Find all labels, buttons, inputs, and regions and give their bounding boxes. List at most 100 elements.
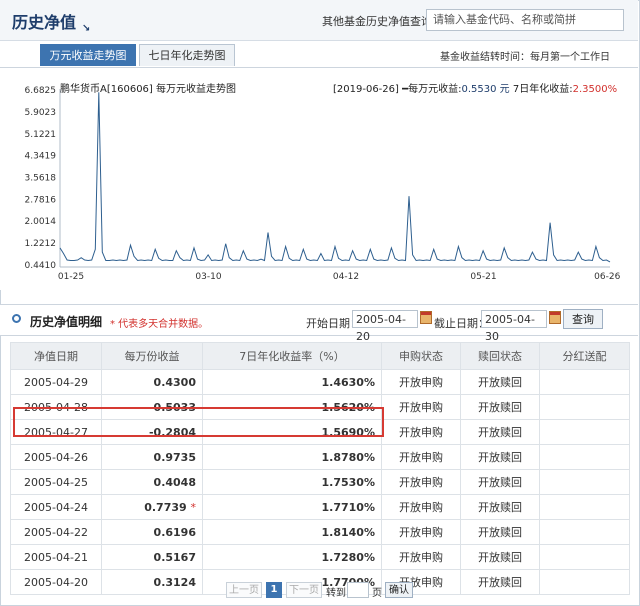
row-buy-status: 开放申购 [381, 519, 461, 545]
y-tick-label: 5.1221 [25, 130, 57, 140]
row-date: 2005-04-25 [10, 469, 102, 495]
income-number: 0.9735 [153, 450, 196, 464]
start-date-input[interactable]: 2005-04-20 [352, 310, 418, 343]
row-annual: 1.8780% [202, 444, 382, 470]
fund-search-input[interactable]: 请输入基金代码、名称或简拼 [426, 9, 624, 31]
y-tick-label: 2.7816 [25, 195, 57, 205]
income-number: 0.5033 [153, 400, 196, 414]
end-date-input[interactable]: 2005-04-30 [481, 310, 547, 343]
merge-hint: * 代表多天合并数据。 [110, 319, 209, 330]
fund-query-label: 其他基金历史净值查询： [322, 15, 443, 28]
merged-star: * [190, 500, 197, 514]
col-annual: 7日年化收益率（%） [202, 342, 382, 370]
y-tick-label: 3.5618 [25, 173, 57, 183]
tab-income-trend[interactable]: 万元收益走势图 [40, 44, 136, 66]
x-tick-label: 03-10 [195, 272, 221, 282]
goto-label: 转到 [326, 588, 346, 599]
detail-title: 历史净值明细 [30, 315, 103, 329]
table-row: 2005-04-28 0.5033 1.5620% 开放申购 开放赎回 [10, 394, 630, 420]
detail-bar: 历史净值明细 * 代表多天合并数据。 开始日期： 2005-04-20 截止日期… [0, 304, 638, 343]
row-date: 2005-04-28 [10, 394, 102, 420]
x-axis: 01-25 03-10 04-12 05-21 06-26 [58, 272, 621, 282]
calendar-icon[interactable] [549, 311, 561, 324]
income-number: 0.7739 [144, 500, 187, 514]
arrow-icon: ↘ [82, 23, 91, 34]
col-date: 净值日期 [10, 342, 102, 370]
row-bonus [539, 369, 630, 395]
income-number: 0.5167 [153, 550, 196, 564]
row-buy-status: 开放申购 [381, 469, 461, 495]
row-income: 0.5033 [101, 394, 203, 420]
y-tick-label: 2.0014 [25, 217, 57, 227]
row-redeem-status: 开放赎回 [460, 394, 540, 420]
query-button[interactable]: 查询 [563, 309, 603, 329]
nav-table: 净值日期 每万份收益 7日年化收益率（%） 申购状态 赎回状态 分红送配 200… [10, 342, 630, 595]
row-redeem-status: 开放赎回 [460, 544, 540, 570]
row-annual: 1.4630% [202, 369, 382, 395]
table-row: 2005-04-24 0.7739 * 1.7710% 开放申购 开放赎回 [10, 494, 630, 520]
calendar-icon[interactable] [420, 311, 432, 324]
y-axis: 0.4410 1.2212 2.0014 2.7816 3.5618 4.3419 5.12… [25, 86, 57, 271]
prev-page-button[interactable]: 上一页 [226, 582, 262, 598]
row-annual: 1.5620% [202, 394, 382, 420]
y-tick-label: 6.6825 [25, 86, 57, 96]
row-income: 0.6196 [101, 519, 203, 545]
page-number-input[interactable] [347, 582, 369, 598]
income-number: 0.4300 [153, 375, 196, 389]
row-bonus [539, 519, 630, 545]
row-income: 0.7739 * [101, 494, 203, 520]
income-number: 0.6196 [153, 525, 196, 539]
settle-note: 基金收益结转时间：每月第一个工作日 [440, 52, 610, 63]
col-buy: 申购状态 [381, 342, 461, 370]
row-income: 0.4300 [101, 369, 203, 395]
col-income: 每万份收益 [101, 342, 203, 370]
row-buy-status: 开放申购 [381, 369, 461, 395]
row-bonus [539, 469, 630, 495]
row-redeem-status: 开放赎回 [460, 369, 540, 395]
row-buy-status: 开放申购 [381, 494, 461, 520]
row-redeem-status: 开放赎回 [460, 494, 540, 520]
y-tick-label: 4.3419 [25, 152, 57, 162]
row-annual: 1.5690% [202, 419, 382, 445]
x-tick-label: 04-12 [333, 272, 359, 282]
table-header-row: 净值日期 每万份收益 7日年化收益率（%） 申购状态 赎回状态 分红送配 [10, 342, 630, 370]
row-date: 2005-04-21 [10, 544, 102, 570]
current-page[interactable]: 1 [266, 582, 282, 598]
row-bonus [539, 494, 630, 520]
table-row: 2005-04-26 0.9735 1.8780% 开放申购 开放赎回 [10, 444, 630, 470]
tab-annual-trend[interactable]: 七日年化走势图 [139, 44, 235, 66]
row-date: 2005-04-29 [10, 369, 102, 395]
pager: 上一页 1 下一页 转到 页 确认 [0, 582, 638, 600]
table-row: 2005-04-29 0.4300 1.4630% 开放申购 开放赎回 [10, 369, 630, 395]
income-line-chart: 0.4410 1.2212 2.0014 2.7816 3.5618 4.3419 5.12… [25, 86, 621, 282]
circle-bullet-icon [12, 314, 21, 323]
table-row: 2005-04-21 0.5167 1.7280% 开放申购 开放赎回 [10, 544, 630, 570]
row-annual: 1.7530% [202, 469, 382, 495]
row-buy-status: 开放申购 [381, 394, 461, 420]
row-date: 2005-04-26 [10, 444, 102, 470]
col-bonus: 分红送配 [539, 342, 630, 370]
row-bonus [539, 419, 630, 445]
row-income: 0.9735 [101, 444, 203, 470]
row-buy-status: 开放申购 [381, 544, 461, 570]
table-row: 2005-04-22 0.6196 1.8140% 开放申购 开放赎回 [10, 519, 630, 545]
income-number: -0.2804 [148, 425, 196, 439]
row-date: 2005-04-24 [10, 494, 102, 520]
row-bonus [539, 444, 630, 470]
row-redeem-status: 开放赎回 [460, 469, 540, 495]
row-buy-status: 开放申购 [381, 444, 461, 470]
row-income: 0.5167 [101, 544, 203, 570]
page-header: 历史净值 ↘ 其他基金历史净值查询： 请输入基金代码、名称或简拼 [0, 0, 638, 41]
y-tick-label: 0.4410 [25, 261, 57, 271]
row-date: 2005-04-22 [10, 519, 102, 545]
row-annual: 1.7280% [202, 544, 382, 570]
table-row: 2005-04-25 0.4048 1.7530% 开放申购 开放赎回 [10, 469, 630, 495]
row-buy-status: 开放申购 [381, 419, 461, 445]
row-bonus [539, 544, 630, 570]
next-page-button[interactable]: 下一页 [286, 582, 322, 598]
x-tick-label: 01-25 [58, 272, 84, 282]
series-line [59, 92, 611, 263]
confirm-button[interactable]: 确认 [385, 582, 413, 598]
x-tick-label: 06-26 [594, 272, 620, 282]
table-row: 2005-04-27 -0.2804 1.5690% 开放申购 开放赎回 [10, 419, 630, 445]
